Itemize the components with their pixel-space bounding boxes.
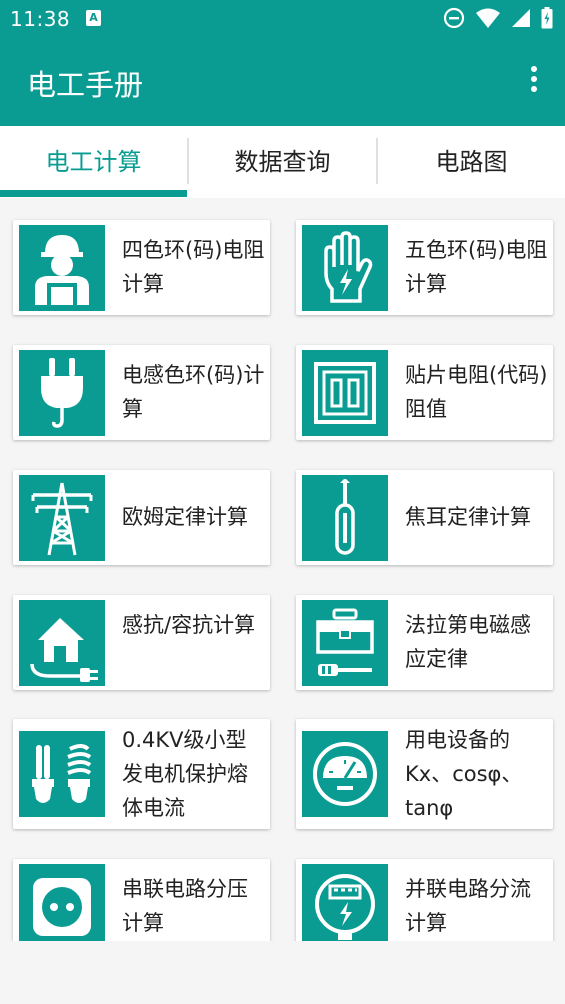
calculator-grid: 四色环(码)电阻计算 五色环(码)电阻计算 电感色环(码)计算 贴片电阻(代码)… <box>0 198 565 941</box>
card-generator-fuse-current[interactable]: 0.4KV级小型发电机保护熔体电流 <box>13 719 270 829</box>
screwdriver-icon <box>302 475 388 561</box>
tab-data-query[interactable]: 数据查询 <box>189 126 376 198</box>
card-reactance[interactable]: 感抗/容抗计算 <box>13 595 270 690</box>
card-joules-law[interactable]: 焦耳定律计算 <box>296 470 553 565</box>
status-bar: 11:38 A <box>0 0 565 38</box>
card-label: 用电设备的Kx、cosφ、tanφ <box>405 728 523 820</box>
card-label: 并联电路分流计算 <box>405 877 531 935</box>
meter-icon <box>302 731 388 817</box>
app-bar: 电工手册 <box>0 38 565 126</box>
card-five-band-resistor[interactable]: 五色环(码)电阻计算 <box>296 220 553 315</box>
card-inductor-color-code[interactable]: 电感色环(码)计算 <box>13 345 270 440</box>
card-series-voltage-divider[interactable]: 串联电路分压计算 <box>13 859 270 941</box>
active-tab-indicator <box>0 190 187 197</box>
card-label: 电感色环(码)计算 <box>122 363 265 421</box>
card-label: 欧姆定律计算 <box>122 505 248 529</box>
card-label: 串联电路分压计算 <box>122 877 248 935</box>
card-faraday-law[interactable]: 法拉第电磁感应定律 <box>296 595 553 690</box>
overflow-menu-icon[interactable] <box>527 66 541 100</box>
card-equipment-coefficients[interactable]: 用电设备的Kx、cosφ、tanφ <box>296 719 553 829</box>
bulb-icon <box>19 731 105 817</box>
card-smd-resistor[interactable]: 贴片电阻(代码)阻值 <box>296 345 553 440</box>
electric-meter-icon <box>302 864 388 941</box>
card-parallel-current-divider[interactable]: 并联电路分流计算 <box>296 859 553 941</box>
house-plug-icon <box>19 600 105 686</box>
app-title: 电工手册 <box>27 68 144 102</box>
status-icons <box>443 7 553 29</box>
tower-icon <box>19 475 105 561</box>
toolbox-icon <box>302 600 388 686</box>
status-time: 11:38 <box>10 7 71 31</box>
card-label: 法拉第电磁感应定律 <box>405 613 531 671</box>
glove-icon <box>302 225 388 311</box>
worker-icon <box>19 225 105 311</box>
card-four-band-resistor[interactable]: 四色环(码)电阻计算 <box>13 220 270 315</box>
switch-icon <box>302 350 388 436</box>
card-label: 焦耳定律计算 <box>405 505 531 529</box>
app-notification-icon: A <box>86 10 101 26</box>
signal-icon <box>512 9 530 27</box>
tab-electrical-calculation[interactable]: 电工计算 <box>0 126 187 198</box>
battery-icon <box>541 7 553 29</box>
plug-icon <box>19 350 105 436</box>
card-label: 贴片电阻(代码)阻值 <box>405 363 548 421</box>
socket-icon <box>19 864 105 941</box>
tab-bar: 电工计算 数据查询 电路图 <box>0 126 565 198</box>
card-label: 五色环(码)电阻计算 <box>405 238 548 296</box>
card-label: 0.4KV级小型发电机保护熔体电流 <box>122 728 248 820</box>
do-not-disturb-icon <box>443 7 465 29</box>
card-label: 感抗/容抗计算 <box>122 613 256 637</box>
wifi-icon <box>476 8 500 28</box>
card-label: 四色环(码)电阻计算 <box>122 238 265 296</box>
tab-circuit-diagram[interactable]: 电路图 <box>378 126 565 198</box>
card-ohms-law[interactable]: 欧姆定律计算 <box>13 470 270 565</box>
